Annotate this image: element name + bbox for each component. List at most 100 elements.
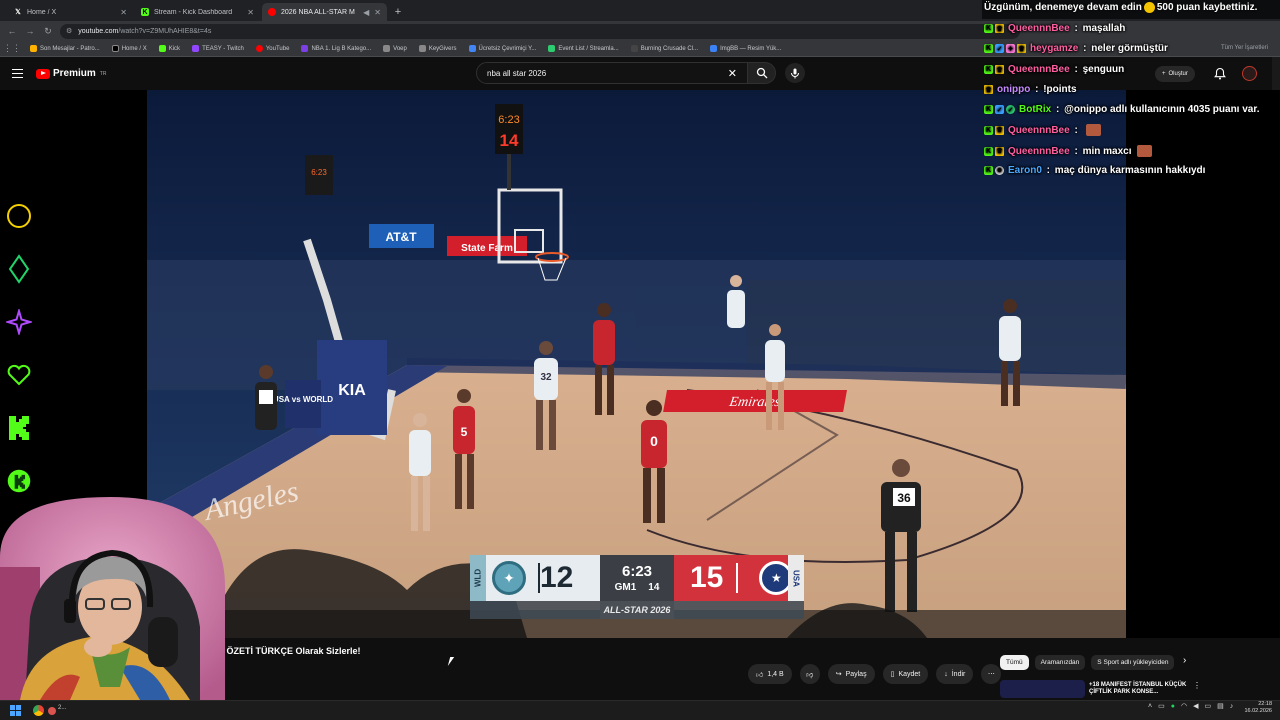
chat-message: K ☻ Earon0 : maç dünya karmasının hakkıyd…	[984, 165, 1206, 176]
share-button[interactable]: ↪ Paylaş	[827, 664, 875, 684]
browser-tab-kick[interactable]: K Stream - Kick Dashboard ✕	[135, 3, 260, 21]
like-count: 1,4 B	[767, 670, 784, 678]
subscriber-badge-icon: ♛	[995, 146, 1004, 156]
bookmark-item[interactable]: YouTube	[255, 45, 289, 52]
taskbar-clock[interactable]: 22:18 16.02.2026	[1240, 701, 1272, 715]
thumbs-down-icon: 👎︎	[806, 671, 814, 679]
clear-search-icon[interactable]: ✕	[728, 67, 737, 80]
battery-icon[interactable]: ▭	[1204, 702, 1211, 710]
more-vert-icon[interactable]: ⋮	[1193, 681, 1201, 690]
bookmark-item[interactable]: Kick	[158, 45, 180, 52]
new-tab-button[interactable]: +	[389, 3, 407, 21]
wifi-icon[interactable]: ◠	[1181, 702, 1187, 710]
speaker-icon[interactable]: ♪	[1230, 703, 1234, 710]
search-input[interactable]: nba all star 2026 ✕	[476, 62, 748, 84]
all-bookmarks-link[interactable]: Tüm Yer İşaretleri	[1221, 45, 1268, 51]
kia-logo: KIA	[338, 382, 366, 399]
chat-message: K ✓ ✓ BotRix : @onippo adlı kullanıcının 4…	[984, 104, 1260, 115]
bookmark-item[interactable]: Home / X	[111, 45, 147, 52]
bookmark-item[interactable]: NBA 1. Lig B Katego...	[301, 45, 371, 52]
recommended-video-thumbnail[interactable]	[1000, 680, 1085, 698]
hamburger-menu-icon[interactable]	[12, 69, 23, 78]
taskbar-app-label: 2...	[58, 705, 67, 711]
scoreboard-right-team: 15 ★ USA	[674, 555, 804, 601]
reload-icon[interactable]: ↻	[42, 25, 54, 37]
statefarm-logo: State Farm	[461, 243, 513, 254]
youtube-logo-icon	[36, 68, 50, 79]
chat-username: QueennnBee	[1008, 64, 1070, 75]
bookmark-item[interactable]: ImgBB — Resim Yük...	[710, 45, 781, 52]
bookmark-item[interactable]: Son Mesajlar - Patro...	[30, 45, 100, 52]
bookmark-item[interactable]: Voep	[383, 45, 407, 52]
chat-username: heygamze	[1030, 43, 1079, 54]
subscriber-badge-icon: ♛	[995, 65, 1004, 74]
tab-label: 2026 NBA ALL-STAR M	[281, 8, 355, 16]
player-number-5: 5	[461, 425, 468, 439]
close-icon[interactable]: ✕	[247, 8, 254, 17]
bookmark-icon: ▯	[890, 671, 895, 678]
recommended-video-title[interactable]: +18 MANIFEST İSTANBUL KÜÇÜK ÇİFTLİK PARK…	[1089, 682, 1189, 696]
record-taskbar-icon[interactable]	[48, 707, 56, 715]
browser-tab-youtube[interactable]: 2026 NBA ALL-STAR M ◀ ✕	[262, 3, 387, 21]
chat-username: QueennnBee	[1008, 124, 1070, 136]
youtube-premium-logo[interactable]: Premium TR	[36, 68, 106, 79]
bookmark-item[interactable]: Event List / Streamla...	[548, 45, 619, 52]
chat-text: @onippo adlı kullanıcının 4035 puanı var…	[1064, 104, 1260, 115]
search-icon	[756, 67, 767, 79]
more-actions-button[interactable]: ⋯	[981, 664, 1002, 684]
notifications-bell-icon[interactable]	[1214, 67, 1226, 80]
like-button[interactable]: 👍︎ 1,4 B	[748, 664, 792, 684]
chrome-taskbar-icon[interactable]	[33, 705, 44, 716]
keyboard-icon[interactable]: ▤	[1217, 702, 1224, 710]
spotify-icon[interactable]: ●	[1171, 703, 1175, 710]
player-number-0: 0	[650, 433, 658, 449]
chat-message: K ♛ QueennnBee :	[984, 124, 1101, 136]
chevron-right-icon[interactable]: ›	[1183, 655, 1186, 666]
right-team-score: 15	[690, 561, 724, 594]
chip-from-search[interactable]: Aramanızdan	[1034, 655, 1086, 670]
chip-from-uploader[interactable]: S Sport adlı yükleyiciden	[1091, 655, 1175, 670]
save-button[interactable]: ▯ Kaydet	[882, 664, 929, 684]
chevron-up-icon[interactable]: ˄	[1148, 703, 1152, 710]
windows-start-icon[interactable]	[10, 705, 21, 716]
chat-text: maşallah	[1082, 23, 1126, 34]
subscriber-badge-icon: ♛	[1017, 44, 1026, 53]
subscriber-badge-icon: ♛	[995, 24, 1004, 33]
scoreboard-left-team: WLD ✦ 12	[470, 555, 600, 601]
kick-circle-icon	[6, 463, 32, 499]
search-button[interactable]	[748, 62, 776, 84]
forward-icon[interactable]: →	[24, 25, 36, 37]
tab-label: Home / X	[27, 8, 57, 16]
chat-text: !points	[1043, 84, 1077, 95]
scoreboard-clock-panel: 6:23 GM1 14	[600, 555, 674, 601]
bookmark-item[interactable]: Ücretsiz Çevrimiçi Y...	[468, 45, 536, 52]
speaker-icon[interactable]: ◀	[363, 8, 369, 17]
back-icon[interactable]: ←	[6, 25, 18, 37]
url-bar[interactable]: ⚙ youtube.com/watch?v=Z9MUhAHIE8&t=4s	[60, 23, 1020, 39]
folder-icon[interactable]: ▭	[1158, 702, 1165, 710]
video-title: IN ÖZETİ TÜRKÇE Olarak Sizlerle!	[215, 646, 361, 656]
close-icon[interactable]: ✕	[120, 8, 127, 17]
event-label: ALL-STAR 2026	[600, 601, 674, 619]
download-button[interactable]: ↓ İndir	[936, 664, 974, 684]
bookmark-item[interactable]: Burning Crusade Cl...	[630, 45, 698, 52]
bot-badge-icon: ✓	[1006, 105, 1015, 114]
browser-tab-x[interactable]: 𝕏 Home / X ✕	[8, 3, 133, 21]
bookmark-item[interactable]: KeyGivers	[418, 45, 457, 52]
chip-all[interactable]: Tümü	[1000, 655, 1029, 670]
volume-icon[interactable]: ◀	[1193, 702, 1198, 710]
create-button[interactable]: + Oluştur	[1155, 66, 1195, 82]
subscriber-badge-icon: ♛	[984, 85, 993, 94]
mic-icon	[791, 68, 799, 78]
more-icon: ⋯	[987, 671, 995, 678]
apps-icon[interactable]: ⋮⋮	[3, 43, 21, 55]
voice-search-button[interactable]	[785, 63, 805, 83]
kick-badge-icon: K	[984, 24, 993, 33]
site-info-icon[interactable]: ⚙	[66, 27, 72, 35]
bookmark-item[interactable]: TEASY - Twitch	[192, 45, 244, 52]
account-avatar[interactable]	[1242, 66, 1257, 81]
kick-badge-icon: K	[984, 105, 993, 114]
verified-badge-icon: ✓	[995, 44, 1004, 53]
dislike-button[interactable]: 👎︎	[799, 664, 820, 684]
close-icon[interactable]: ✕	[374, 8, 381, 17]
